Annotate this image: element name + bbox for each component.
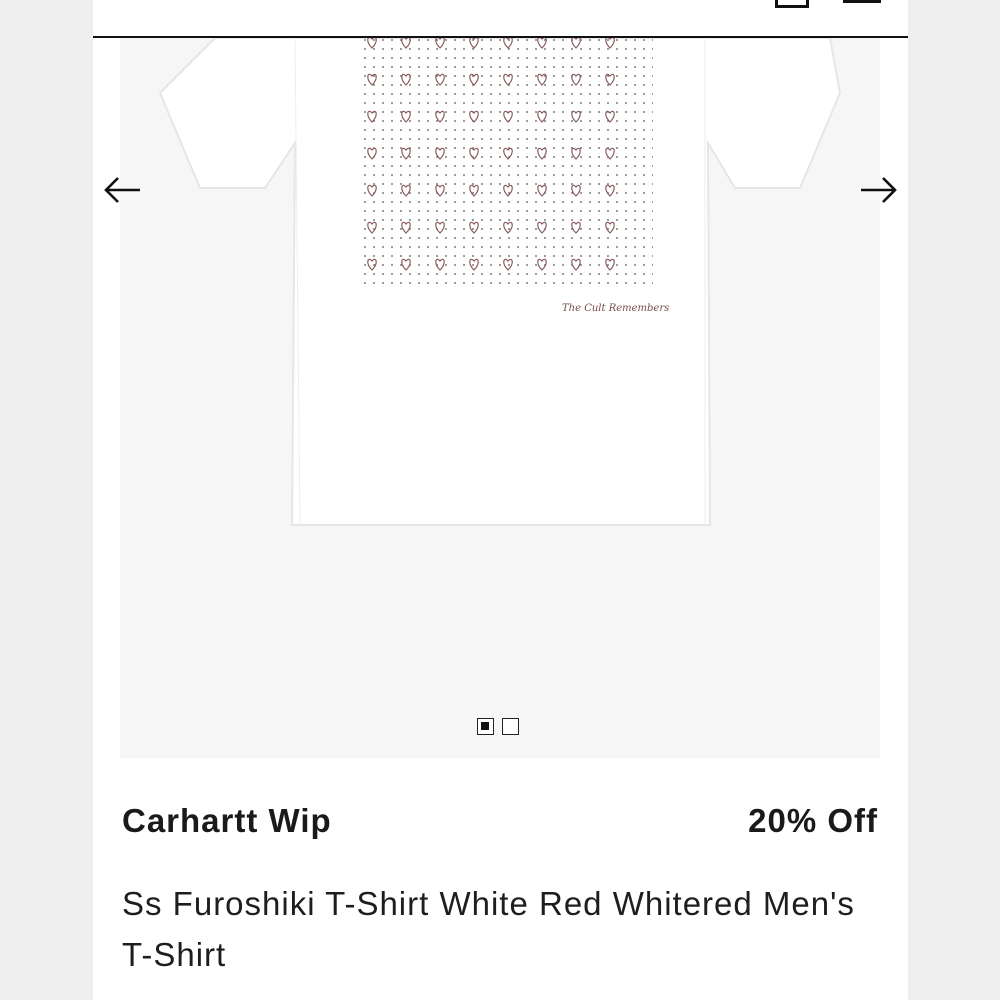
product-brand: Carhartt Wip [122, 802, 332, 839]
discount-badge: 20% Off [748, 802, 878, 839]
arrow-left-icon[interactable] [100, 173, 144, 207]
arrow-right-icon[interactable] [857, 173, 901, 207]
gallery-dot-2[interactable] [502, 718, 519, 735]
right-background [908, 0, 1000, 1000]
product-page: The Cult Remembers Carhartt Wip 20% Off … [93, 0, 908, 1000]
gallery-pagination [477, 718, 519, 738]
hamburger-menu-icon[interactable] [843, 0, 881, 8]
product-image-gallery[interactable]: The Cult Remembers [104, 38, 897, 758]
left-background [0, 0, 93, 1000]
gallery-dot-1[interactable] [477, 718, 494, 735]
product-image-tshirt: The Cult Remembers [158, 38, 842, 526]
print-signature-text: The Cult Remembers [562, 303, 669, 314]
shopping-bag-icon[interactable] [775, 0, 809, 8]
product-title: Ss Furoshiki T-Shirt White Red Whitered … [122, 885, 855, 973]
top-header [93, 0, 908, 38]
